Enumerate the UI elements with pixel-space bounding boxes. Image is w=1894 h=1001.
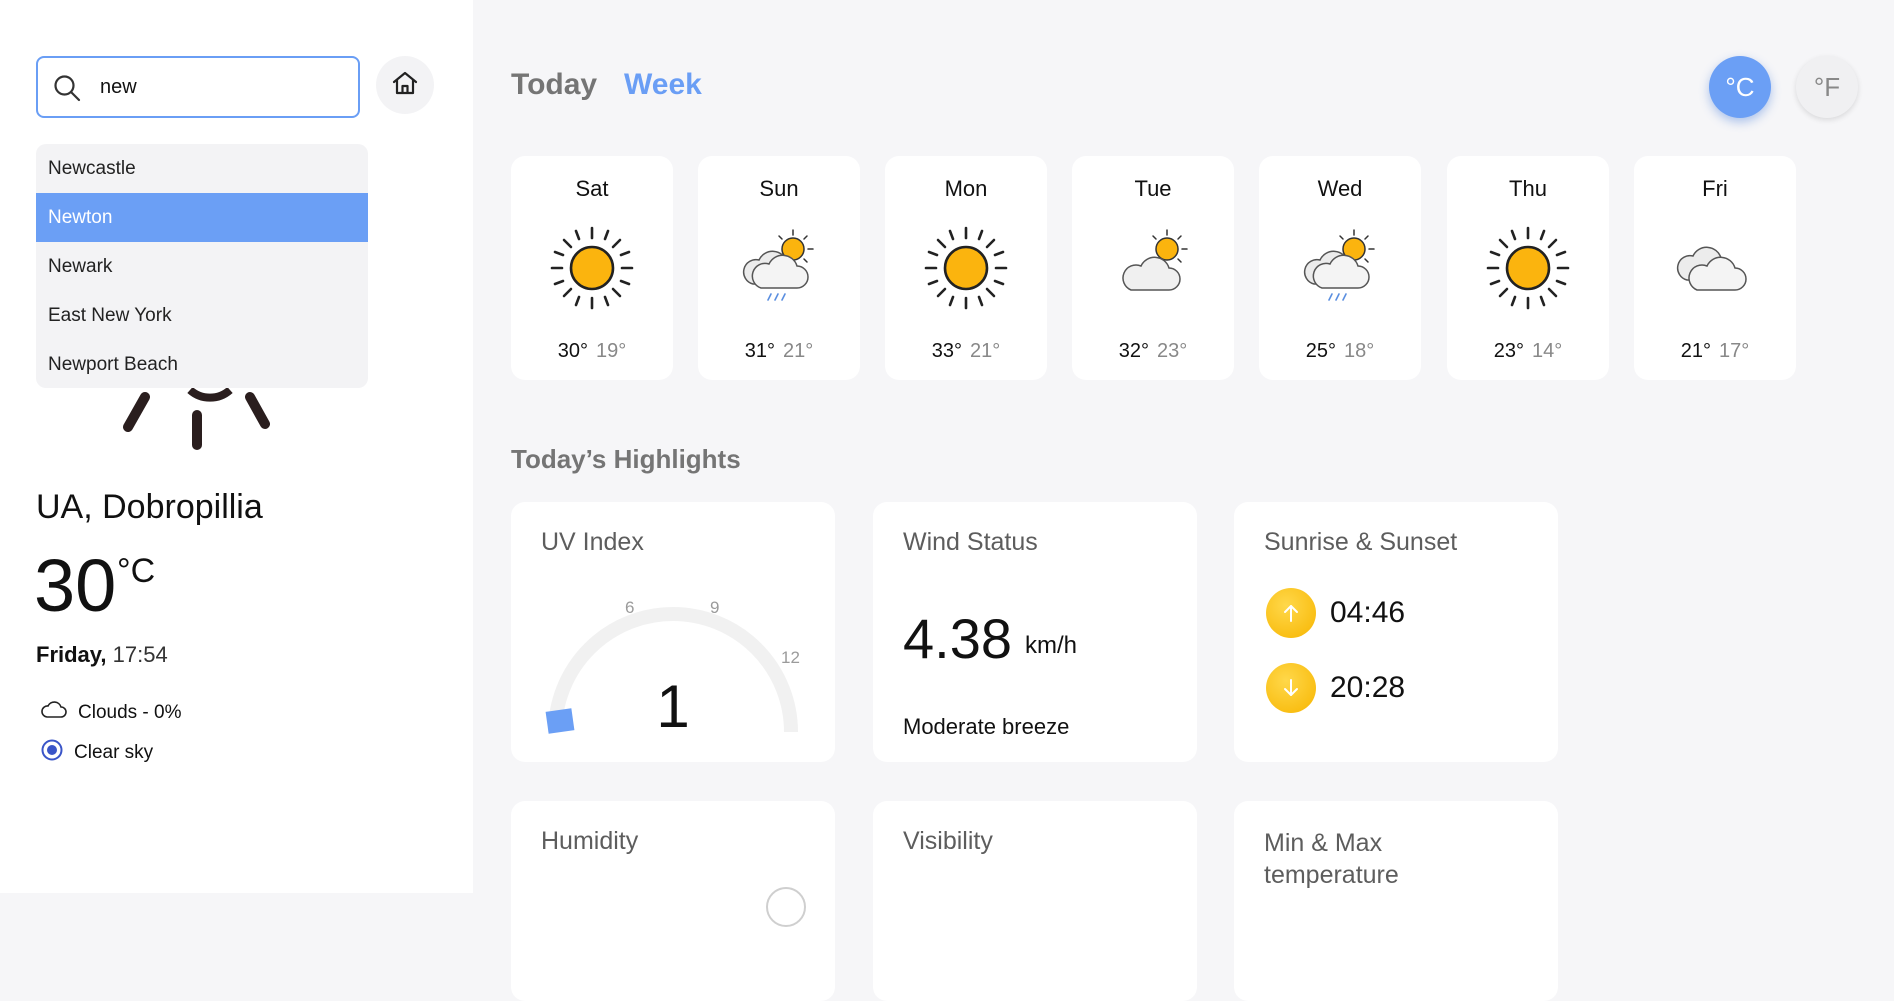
suggestion-newport-beach[interactable]: Newport Beach bbox=[36, 340, 368, 388]
uv-tick-12: 12 bbox=[781, 648, 800, 667]
home-button[interactable] bbox=[376, 56, 434, 114]
forecast-high: 25° bbox=[1305, 340, 1336, 362]
forecast-temps: 21° 17° bbox=[1634, 340, 1796, 363]
forecast-day: Mon bbox=[944, 176, 988, 201]
forecast-low: 23° bbox=[1157, 340, 1188, 362]
forecast-high: 23° bbox=[1493, 340, 1524, 362]
current-temperature: 30 bbox=[34, 544, 117, 627]
forecast-low: 19° bbox=[596, 340, 627, 362]
suggestion-east-new-york[interactable]: East New York bbox=[36, 291, 368, 340]
rain-cloud-sun-icon bbox=[735, 224, 823, 317]
suggestion-newark[interactable]: Newark bbox=[36, 242, 368, 291]
current-temperature-unit: °C bbox=[117, 552, 156, 590]
suggestion-newton[interactable]: Newton bbox=[36, 193, 368, 242]
forecast-day: Thu bbox=[1509, 176, 1547, 201]
wind-status-title: Wind Status bbox=[903, 528, 1038, 556]
forecast-high: 21° bbox=[1680, 340, 1711, 362]
forecast-temps: 33° 21° bbox=[885, 340, 1047, 363]
forecast-card-sat: Sat 30° 19° bbox=[511, 156, 673, 380]
forecast-low: 21° bbox=[970, 340, 1001, 362]
highlights-title: Today’s Highlights bbox=[511, 444, 741, 474]
forecast-high: 32° bbox=[1118, 340, 1149, 362]
cloud-sun-icon bbox=[1109, 224, 1197, 317]
current-time: 17:54 bbox=[112, 642, 168, 667]
wind-speed-value: 4.38 bbox=[903, 607, 1012, 670]
celsius-button[interactable]: °C bbox=[1709, 56, 1771, 118]
sidebar: Newcastle Newton Newark East New York Ne… bbox=[0, 0, 473, 893]
search-box[interactable] bbox=[36, 56, 360, 118]
sun-icon bbox=[1484, 224, 1572, 317]
visibility-title: Visibility bbox=[903, 827, 993, 855]
cloud-icon bbox=[40, 700, 68, 726]
forecast-card-wed: Wed 25° 18° bbox=[1259, 156, 1421, 380]
clouds-icon bbox=[1671, 224, 1759, 317]
forecast-day: Sun bbox=[759, 176, 799, 201]
search-input[interactable] bbox=[100, 72, 340, 102]
forecast-card-tue: Tue 32° 23° bbox=[1072, 156, 1234, 380]
home-icon bbox=[390, 68, 420, 103]
forecast-temps: 23° 14° bbox=[1447, 340, 1609, 363]
location-name: UA, Dobropillia bbox=[36, 488, 263, 526]
search-suggestions: Newcastle Newton Newark East New York Ne… bbox=[36, 144, 368, 388]
wind-status-card: Wind Status 4.38 km/h Moderate breeze bbox=[873, 502, 1197, 762]
current-day: Friday, bbox=[36, 642, 107, 667]
sunrise-time: 04:46 bbox=[1330, 596, 1406, 629]
wind-description: Moderate breeze bbox=[903, 714, 1070, 739]
sun-icon bbox=[548, 224, 636, 317]
clouds-info: Clouds - 0% bbox=[40, 700, 182, 726]
suggestion-newcastle[interactable]: Newcastle bbox=[36, 144, 368, 193]
uv-index-card: UV Index 6 9 12 1 bbox=[511, 502, 835, 762]
search-icon bbox=[52, 73, 82, 108]
sunset-time: 20:28 bbox=[1330, 671, 1406, 704]
forecast-low: 18° bbox=[1344, 340, 1375, 362]
min-max-temperature-title: Min & Max temperature bbox=[1264, 829, 1399, 889]
sun-icon bbox=[922, 224, 1010, 317]
forecast-high: 31° bbox=[744, 340, 775, 362]
forecast-card-thu: Thu 23° 14° bbox=[1447, 156, 1609, 380]
sunrise-row: 04:46 bbox=[1266, 588, 1405, 638]
forecast-day: Fri bbox=[1702, 176, 1728, 201]
forecast-card-mon: Mon 33° 21° bbox=[885, 156, 1047, 380]
uv-index-value: 1 bbox=[656, 673, 690, 740]
humidity-gauge bbox=[766, 887, 806, 927]
forecast-temps: 25° 18° bbox=[1259, 340, 1421, 363]
forecast-low: 21° bbox=[783, 340, 814, 362]
forecast-card-sun: Sun 31° 21° bbox=[698, 156, 860, 380]
forecast-day: Tue bbox=[1134, 176, 1172, 201]
forecast-day: Sat bbox=[575, 176, 609, 201]
humidity-card: Humidity bbox=[511, 801, 835, 1001]
fahrenheit-button[interactable]: °F bbox=[1796, 56, 1858, 118]
tab-today[interactable]: Today bbox=[511, 68, 597, 102]
sunset-row: 20:28 bbox=[1266, 663, 1405, 713]
forecast-card-fri: Fri 21° 17° bbox=[1634, 156, 1796, 380]
sunrise-icon bbox=[1266, 588, 1316, 638]
sunrise-sunset-card: Sunrise & Sunset 04:46 20:28 bbox=[1234, 502, 1558, 762]
forecast-low: 17° bbox=[1719, 340, 1750, 362]
forecast-temps: 30° 19° bbox=[511, 340, 673, 363]
forecast-temps: 32° 23° bbox=[1072, 340, 1234, 363]
sunrise-sunset-title: Sunrise & Sunset bbox=[1264, 528, 1458, 556]
min-max-temperature-card: Min & Max temperature bbox=[1234, 801, 1558, 1001]
current-datetime: Friday, 17:54 bbox=[36, 642, 168, 668]
sunset-icon bbox=[1266, 663, 1316, 713]
forecast-high: 30° bbox=[557, 340, 588, 362]
humidity-title: Humidity bbox=[541, 827, 639, 855]
forecast-low: 14° bbox=[1532, 340, 1563, 362]
tab-week[interactable]: Week bbox=[624, 68, 702, 102]
visibility-card: Visibility bbox=[873, 801, 1197, 1001]
uv-tick-9: 9 bbox=[710, 598, 720, 617]
uv-tick-6: 6 bbox=[625, 598, 635, 617]
forecast-day: Wed bbox=[1317, 176, 1363, 201]
target-icon bbox=[40, 738, 64, 768]
sky-description: Clear sky bbox=[40, 738, 153, 768]
clouds-text: Clouds - 0% bbox=[78, 702, 182, 723]
rain-cloud-sun-icon bbox=[1296, 224, 1384, 317]
wind-speed-unit: km/h bbox=[1025, 632, 1078, 659]
forecast-high: 33° bbox=[931, 340, 962, 362]
sky-description-text: Clear sky bbox=[74, 742, 154, 763]
forecast-temps: 31° 21° bbox=[698, 340, 860, 363]
